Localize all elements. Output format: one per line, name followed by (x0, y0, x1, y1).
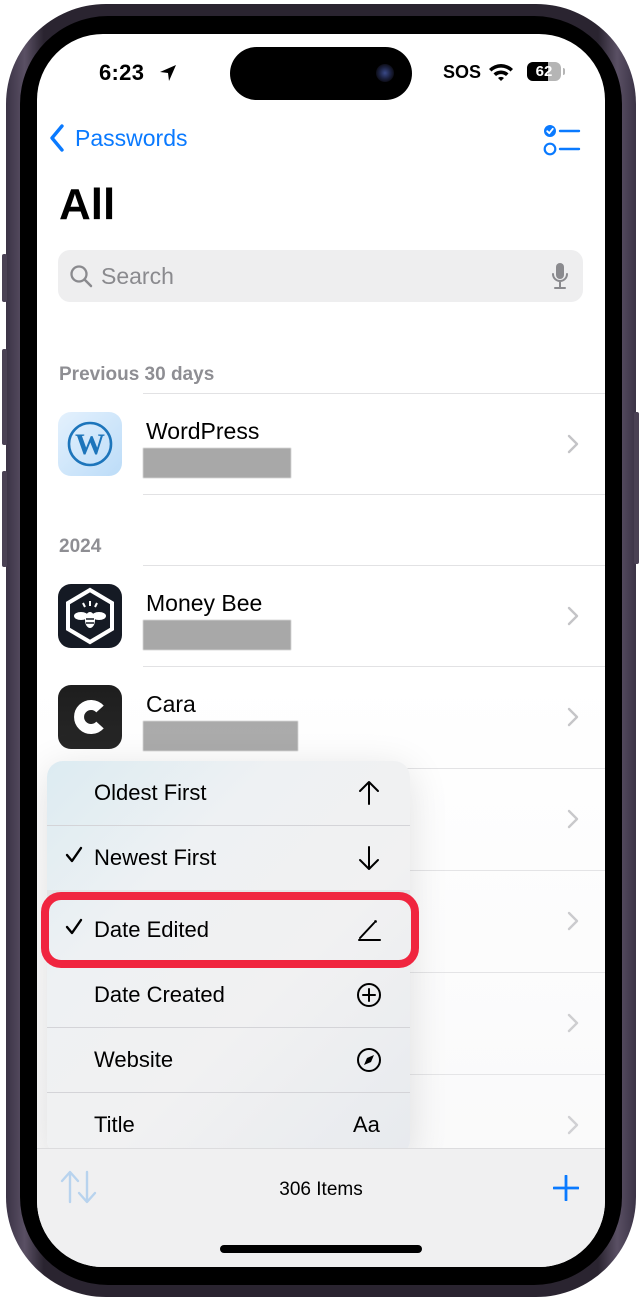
add-icon[interactable] (553, 1175, 579, 1201)
redacted-username (143, 448, 291, 478)
redacted-username (143, 721, 298, 751)
wifi-icon (489, 64, 513, 81)
section-header-2024: 2024 (59, 536, 102, 557)
search-bar[interactable] (58, 250, 583, 302)
chevron-right-icon (567, 1013, 579, 1033)
camera-icon (376, 64, 394, 82)
menu-section-gap (47, 890, 410, 898)
chevron-right-icon (567, 606, 579, 626)
text-format-icon: Aa (353, 1112, 380, 1137)
svg-text:W: W (75, 428, 105, 461)
back-button[interactable]: Passwords (49, 124, 187, 152)
item-title: WordPress (146, 418, 260, 444)
items-count: 306 Items (279, 1179, 363, 1200)
search-icon (70, 265, 93, 288)
item-title: Money Bee (146, 590, 263, 616)
action-button (2, 254, 7, 302)
menu-item-title[interactable]: Title Aa (47, 1093, 410, 1156)
checkmark-icon (65, 918, 83, 935)
location-arrow-icon (160, 65, 176, 81)
status-sos: SOS (443, 62, 482, 82)
microphone-icon[interactable] (551, 262, 569, 290)
cara-logo-icon (58, 685, 122, 749)
status-time: 6:23 (99, 60, 145, 85)
dynamic-island (230, 47, 412, 100)
menu-item-label: Date Created (94, 982, 225, 1007)
chevron-right-icon (567, 1115, 579, 1135)
sort-menu: Oldest First Newest First Date Edited Da… (47, 761, 410, 1156)
home-indicator[interactable] (220, 1245, 422, 1253)
battery-tip (563, 68, 565, 75)
divider (143, 494, 605, 495)
menu-item-label: Title (94, 1112, 135, 1137)
page-title: All (59, 180, 116, 229)
battery-percent: 62 (535, 63, 553, 80)
arrow-down-icon (355, 844, 383, 872)
menu-item-newest-first[interactable]: Newest First (47, 826, 410, 890)
volume-down-button (2, 471, 7, 567)
menu-item-website[interactable]: Website (47, 1028, 410, 1092)
pencil-line-icon (355, 916, 383, 944)
menu-item-oldest-first[interactable]: Oldest First (47, 761, 410, 825)
money-bee-logo-icon (58, 584, 122, 648)
list-item-cara[interactable]: Cara (37, 667, 605, 767)
menu-item-label: Website (94, 1047, 174, 1072)
redacted-username (143, 620, 291, 650)
search-input[interactable] (101, 262, 551, 290)
compass-icon (355, 1046, 383, 1074)
checkmark-icon (65, 846, 83, 863)
menu-item-label: Date Edited (94, 917, 209, 942)
checklist-select-icon[interactable] (543, 124, 581, 158)
volume-up-button (2, 349, 7, 445)
menu-item-date-created[interactable]: Date Created (47, 963, 410, 1027)
battery-indicator: 62 (527, 62, 561, 81)
plus-circle-icon (355, 981, 383, 1009)
back-button-label: Passwords (75, 124, 188, 151)
list-item-wordpress[interactable]: W WordPress (37, 394, 605, 494)
item-title: Cara (146, 691, 196, 717)
menu-item-label: Newest First (94, 845, 217, 870)
list-item-money-bee[interactable]: Money Bee (37, 566, 605, 666)
wordpress-logo-icon: W (58, 412, 122, 476)
menu-item-date-edited[interactable]: Date Edited (47, 898, 410, 962)
power-button (634, 412, 639, 564)
chevron-right-icon (567, 911, 579, 931)
menu-item-label: Oldest First (94, 780, 207, 805)
arrow-up-icon (355, 779, 383, 807)
section-header-previous-30-days: Previous 30 days (59, 364, 215, 385)
chevron-right-icon (567, 707, 579, 727)
chevron-right-icon (567, 434, 579, 454)
screen: 6:23 SOS 62 Passwords All Search Previou… (37, 34, 605, 1267)
chevron-right-icon (567, 809, 579, 829)
chevron-left-icon (50, 124, 64, 152)
